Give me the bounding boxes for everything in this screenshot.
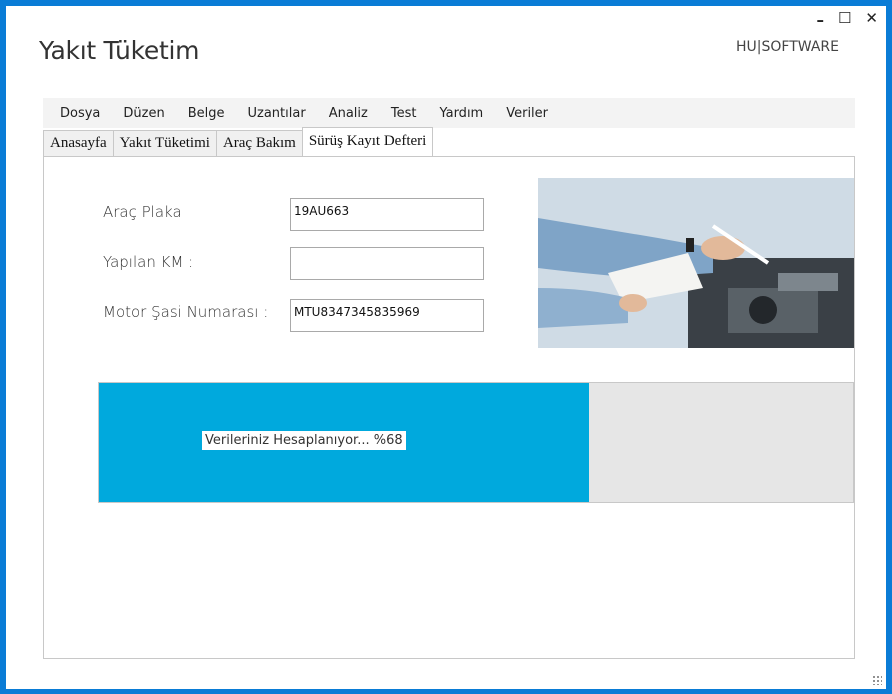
tab-arac-bakim[interactable]: Araç Bakım	[215, 130, 303, 157]
km-label: Yapılan KM :	[103, 253, 194, 271]
menu-duzen[interactable]: Düzen	[123, 106, 164, 121]
progress-text: Verileriniz Hesaplanıyor... %68	[202, 431, 406, 450]
tab-strip: Anasayfa Yakıt Tüketimi Araç Bakım Sürüş…	[43, 127, 434, 157]
mechanic-photo	[538, 178, 854, 348]
tab-content-panel: Araç Plaka 19AU663 Yapılan KM : Motor Şa…	[43, 156, 855, 659]
tab-anasayfa[interactable]: Anasayfa	[43, 130, 114, 157]
plate-label: Araç Plaka	[103, 203, 182, 221]
resize-grip-icon[interactable]	[872, 675, 882, 685]
menu-test[interactable]: Test	[391, 106, 417, 121]
menu-analiz[interactable]: Analiz	[329, 106, 368, 121]
maximize-button[interactable]: ☐	[838, 10, 851, 26]
tab-surus-kayit-defteri[interactable]: Sürüş Kayıt Defteri	[301, 127, 434, 157]
tab-yakit-tuketimi[interactable]: Yakıt Tüketimi	[112, 130, 217, 157]
menu-belge[interactable]: Belge	[188, 106, 225, 121]
brand-label: HU|SOFTWARE	[736, 39, 839, 55]
chassis-label: Motor Şasi Numarası :	[103, 303, 269, 321]
menu-yardim[interactable]: Yardım	[439, 106, 483, 121]
chassis-field[interactable]: MTU8347345835969	[290, 299, 484, 332]
progress-bar: Verileriniz Hesaplanıyor... %68	[98, 382, 854, 503]
mechanic-illustration	[538, 178, 854, 348]
plate-field[interactable]: 19AU663	[290, 198, 484, 231]
close-button[interactable]: ✕	[865, 10, 878, 26]
menu-uzantilar[interactable]: Uzantılar	[248, 106, 306, 121]
menu-bar: Dosya Düzen Belge Uzantılar Analiz Test …	[43, 98, 855, 128]
app-title: Yakıt Tüketim	[39, 36, 200, 65]
app-window: Yakıt Tüketim HU|SOFTWARE – ☐ ✕ Dosya Dü…	[6, 6, 886, 689]
km-field[interactable]	[290, 247, 484, 280]
minimize-button[interactable]: –	[816, 12, 824, 28]
menu-veriler[interactable]: Veriler	[506, 106, 548, 121]
window-controls: – ☐ ✕	[816, 10, 878, 28]
menu-dosya[interactable]: Dosya	[60, 106, 100, 121]
